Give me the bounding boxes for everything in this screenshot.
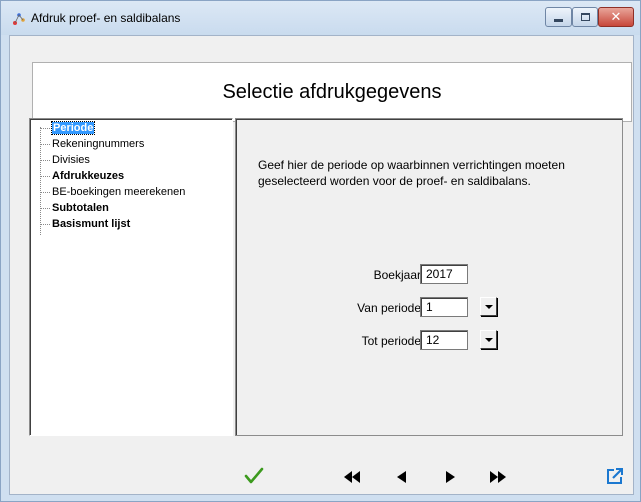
last-record-button[interactable] (487, 469, 509, 485)
tree-item-periode[interactable]: Periode (40, 121, 96, 135)
page-title: Selectie afdrukgegevens (222, 81, 442, 103)
tree-item-divisies[interactable]: Divisies (40, 154, 90, 167)
tree-item-afdrukkeuzes[interactable]: Afdrukkeuzes (40, 170, 124, 183)
last-record-icon (490, 471, 506, 483)
tot-periode-dropdown-button[interactable] (480, 330, 497, 349)
van-periode-input[interactable]: 1 (420, 297, 468, 317)
tree-item-subtotalen[interactable]: Subtotalen (40, 202, 109, 215)
next-record-icon (446, 471, 455, 483)
tot-periode-label: Tot periode (361, 334, 421, 348)
tree-item-basismunt-lijst[interactable]: Basismunt lijst (40, 218, 130, 231)
minimize-icon (554, 18, 563, 22)
minimize-button[interactable] (545, 7, 572, 27)
van-periode-label: Van periode (357, 301, 421, 315)
tree-item-be-boekingen[interactable]: BE-boekingen meerekenen (40, 186, 185, 199)
van-periode-dropdown-button[interactable] (480, 297, 497, 316)
previous-record-button[interactable] (393, 469, 409, 485)
maximize-button[interactable] (572, 7, 598, 27)
section-tree[interactable]: Periode Rekeningnummers Divisies Afdrukk… (29, 118, 233, 436)
title-bar[interactable]: Afdruk proef- en saldibalans ✕ (1, 1, 640, 35)
previous-record-icon (397, 471, 406, 483)
window-title: Afdruk proef- en saldibalans (31, 11, 181, 25)
export-button[interactable] (605, 466, 625, 486)
chevron-down-icon (484, 337, 493, 342)
checkmark-icon (244, 467, 264, 484)
chevron-down-icon (484, 304, 493, 309)
content-panel: Geef hier de periode op waarbinnen verri… (235, 118, 623, 436)
app-icon (13, 13, 25, 25)
tree-item-rekeningnummers[interactable]: Rekeningnummers (40, 138, 144, 151)
application-window: Afdruk proef- en saldibalans ✕ Selectie … (0, 0, 641, 502)
boekjaar-input[interactable]: 2017 (420, 264, 468, 284)
boekjaar-label: Boekjaar (373, 268, 421, 282)
tot-periode-input[interactable]: 12 (420, 330, 468, 350)
confirm-button[interactable] (243, 465, 265, 487)
close-button[interactable]: ✕ (598, 7, 634, 27)
close-icon: ✕ (610, 9, 622, 25)
first-record-button[interactable] (341, 469, 363, 485)
first-record-icon (344, 471, 360, 483)
header-panel: Selectie afdrukgegevens (32, 62, 632, 122)
next-record-button[interactable] (443, 469, 459, 485)
maximize-icon (580, 13, 590, 21)
export-icon (607, 468, 623, 484)
info-text: Geef hier de periode op waarbinnen verri… (258, 158, 565, 188)
